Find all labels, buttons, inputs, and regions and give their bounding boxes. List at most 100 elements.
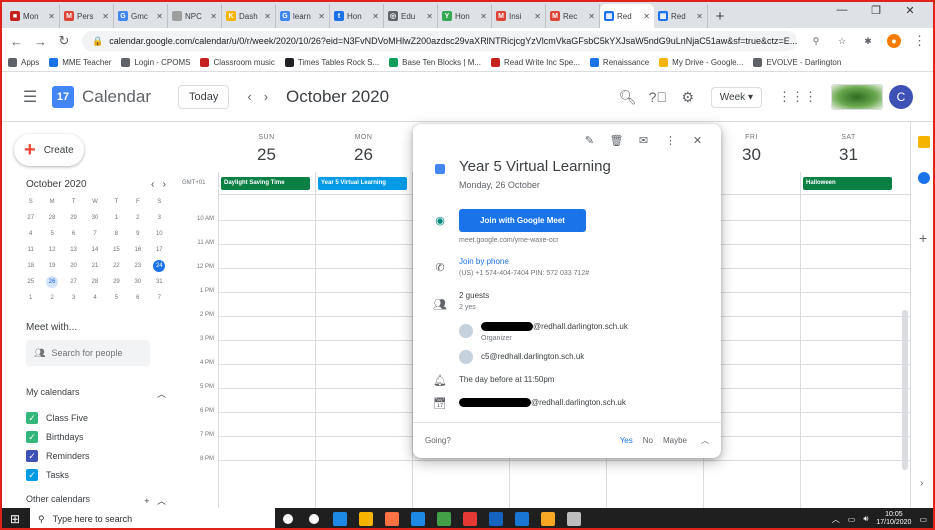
taskbar-app-icon[interactable] xyxy=(457,508,483,530)
mini-day[interactable]: 28 xyxy=(41,212,62,224)
taskbar-app-icon[interactable] xyxy=(509,508,535,530)
mini-day[interactable]: 1 xyxy=(20,292,41,304)
bookmark-item[interactable]: Times Tables Rock S... xyxy=(284,58,379,67)
reload-icon[interactable]: ↻ xyxy=(58,33,70,49)
key-icon[interactable]: ⚲ xyxy=(809,34,823,48)
browser-tab[interactable]: G Gmc ✕ xyxy=(114,4,168,28)
mini-day[interactable]: 5 xyxy=(106,292,127,304)
mini-day[interactable]: 29 xyxy=(106,276,127,288)
browser-tab[interactable]: K Dash ✕ xyxy=(222,4,276,28)
mini-day[interactable]: 9 xyxy=(127,228,148,240)
back-icon[interactable]: ← xyxy=(10,34,23,49)
tab-close-icon[interactable]: ✕ xyxy=(264,12,271,21)
checkbox-checked-icon[interactable]: ✓ xyxy=(26,469,38,481)
mini-day[interactable]: 4 xyxy=(20,228,41,240)
checkbox-checked-icon[interactable]: ✓ xyxy=(26,450,38,462)
mini-day[interactable]: 13 xyxy=(63,244,84,256)
taskbar-app-icon[interactable] xyxy=(561,508,587,530)
scrollbar[interactable] xyxy=(902,310,908,470)
add-addon-icon[interactable]: + xyxy=(919,230,927,246)
mini-day[interactable]: 12 xyxy=(41,244,62,256)
mini-day[interactable]: 8 xyxy=(106,228,127,240)
all-day-event[interactable]: Year 5 Virtual Learning xyxy=(318,177,407,190)
tab-close-icon[interactable]: ✕ xyxy=(318,12,325,21)
my-calendars-header[interactable]: My calendars ︿ xyxy=(26,387,166,400)
menu-icon[interactable]: ⋮ xyxy=(913,33,926,49)
tab-close-icon[interactable]: ✕ xyxy=(480,12,487,21)
checkbox-checked-icon[interactable]: ✓ xyxy=(26,431,38,443)
mini-day[interactable]: 19 xyxy=(41,260,62,272)
browser-tab[interactable]: M Pers ✕ xyxy=(60,4,114,28)
mini-day[interactable]: 10 xyxy=(149,228,170,240)
chevron-up-icon[interactable]: ︿ xyxy=(157,496,166,506)
taskbar-app-icon[interactable] xyxy=(431,508,457,530)
clock[interactable]: 10:05 17/10/2020 xyxy=(876,511,911,527)
chevron-up-icon[interactable]: ︿ xyxy=(701,435,709,446)
bookmark-item[interactable]: Base Ten Blocks | M... xyxy=(389,58,481,67)
mini-day[interactable]: 27 xyxy=(63,276,84,288)
calendar-list-item[interactable]: ✓ Class Five xyxy=(26,412,88,424)
mini-day[interactable]: 2 xyxy=(127,212,148,224)
extensions-icon[interactable]: ✱ xyxy=(861,34,875,48)
add-calendar-icon[interactable]: + xyxy=(144,496,149,506)
view-switcher-button[interactable]: Week ▾ xyxy=(710,86,762,108)
taskbar-app-icon[interactable] xyxy=(353,508,379,530)
day-header[interactable]: MON 26 xyxy=(315,122,412,172)
bookmark-item[interactable]: Renaissance xyxy=(589,58,649,67)
chevron-up-icon[interactable]: ︿ xyxy=(157,387,166,400)
minimize-icon[interactable]: — xyxy=(825,4,859,17)
day-header[interactable]: SAT 31 xyxy=(800,122,897,172)
next-week-icon[interactable]: › xyxy=(264,89,268,104)
more-options-icon[interactable]: ⋮ xyxy=(657,134,684,147)
mini-day[interactable]: 1 xyxy=(106,212,127,224)
checkbox-checked-icon[interactable]: ✓ xyxy=(26,412,38,424)
bookmark-item[interactable]: Apps xyxy=(8,58,39,67)
all-day-event[interactable]: Halloween xyxy=(803,177,892,190)
profile-icon[interactable]: ● xyxy=(887,34,901,48)
mini-day[interactable]: 21 xyxy=(84,260,105,272)
main-menu-icon[interactable]: ☰ xyxy=(8,87,52,107)
bookmark-item[interactable]: Classroom music xyxy=(200,58,275,67)
mini-day[interactable]: 29 xyxy=(63,212,84,224)
rsvp-yes-button[interactable]: Yes xyxy=(620,436,633,445)
maximize-icon[interactable]: ❐ xyxy=(859,4,893,17)
apps-grid-icon[interactable]: ⋮⋮⋮ xyxy=(778,89,817,105)
taskbar-search-box[interactable]: ⚲ Type here to search xyxy=(30,508,275,530)
browser-tab[interactable]: ◎ Edu ✕ xyxy=(384,4,438,28)
mini-day[interactable]: 3 xyxy=(149,212,170,224)
calendar-list-item[interactable]: ✓ Birthdays xyxy=(26,431,84,443)
taskbar-app-icon[interactable] xyxy=(379,508,405,530)
volume-icon[interactable]: 🔊︎ xyxy=(863,514,868,524)
mini-day[interactable]: 6 xyxy=(127,292,148,304)
browser-tab[interactable]: t Hon ✕ xyxy=(330,4,384,28)
mini-prev-icon[interactable]: ‹ xyxy=(151,179,154,190)
keep-icon[interactable] xyxy=(918,136,930,148)
email-icon[interactable]: ✉ xyxy=(630,134,657,147)
close-icon[interactable]: ✕ xyxy=(684,134,711,147)
forward-icon[interactable]: → xyxy=(34,34,47,49)
network-icon[interactable]: ▭ xyxy=(848,515,856,524)
bookmark-item[interactable]: MME Teacher xyxy=(49,58,111,67)
tab-close-icon[interactable]: ✕ xyxy=(534,12,541,21)
windows-start-icon[interactable]: ⊞ xyxy=(0,512,30,526)
rsvp-maybe-button[interactable]: Maybe xyxy=(663,436,687,445)
browser-tab[interactable]: ▦ Red ✕ xyxy=(600,4,654,28)
tab-close-icon[interactable]: ✕ xyxy=(372,12,379,21)
mini-day[interactable]: 23 xyxy=(127,260,148,272)
mini-day[interactable]: 30 xyxy=(127,276,148,288)
mini-day[interactable]: 28 xyxy=(84,276,105,288)
tab-close-icon[interactable]: ✕ xyxy=(643,12,650,21)
mini-day[interactable]: 6 xyxy=(63,228,84,240)
prev-week-icon[interactable]: ‹ xyxy=(247,89,251,104)
mini-day[interactable]: 24 xyxy=(153,260,166,272)
mini-day[interactable]: 7 xyxy=(149,292,170,304)
mini-day[interactable]: 15 xyxy=(106,244,127,256)
browser-tab[interactable]: Glearn ✕ xyxy=(276,4,330,28)
browser-tab[interactable]: NPC ✕ xyxy=(168,4,222,28)
bookmark-item[interactable]: EVOLVE - Darlington xyxy=(753,58,841,67)
create-button[interactable]: + Create xyxy=(14,134,84,166)
taskbar-app-icon[interactable] xyxy=(275,508,301,530)
url-bar[interactable]: 🔒 calendar.google.com/calendar/u/0/r/wee… xyxy=(82,31,797,51)
join-by-phone-link[interactable]: Join by phone xyxy=(459,257,509,266)
tab-close-icon[interactable]: ✕ xyxy=(696,12,703,21)
